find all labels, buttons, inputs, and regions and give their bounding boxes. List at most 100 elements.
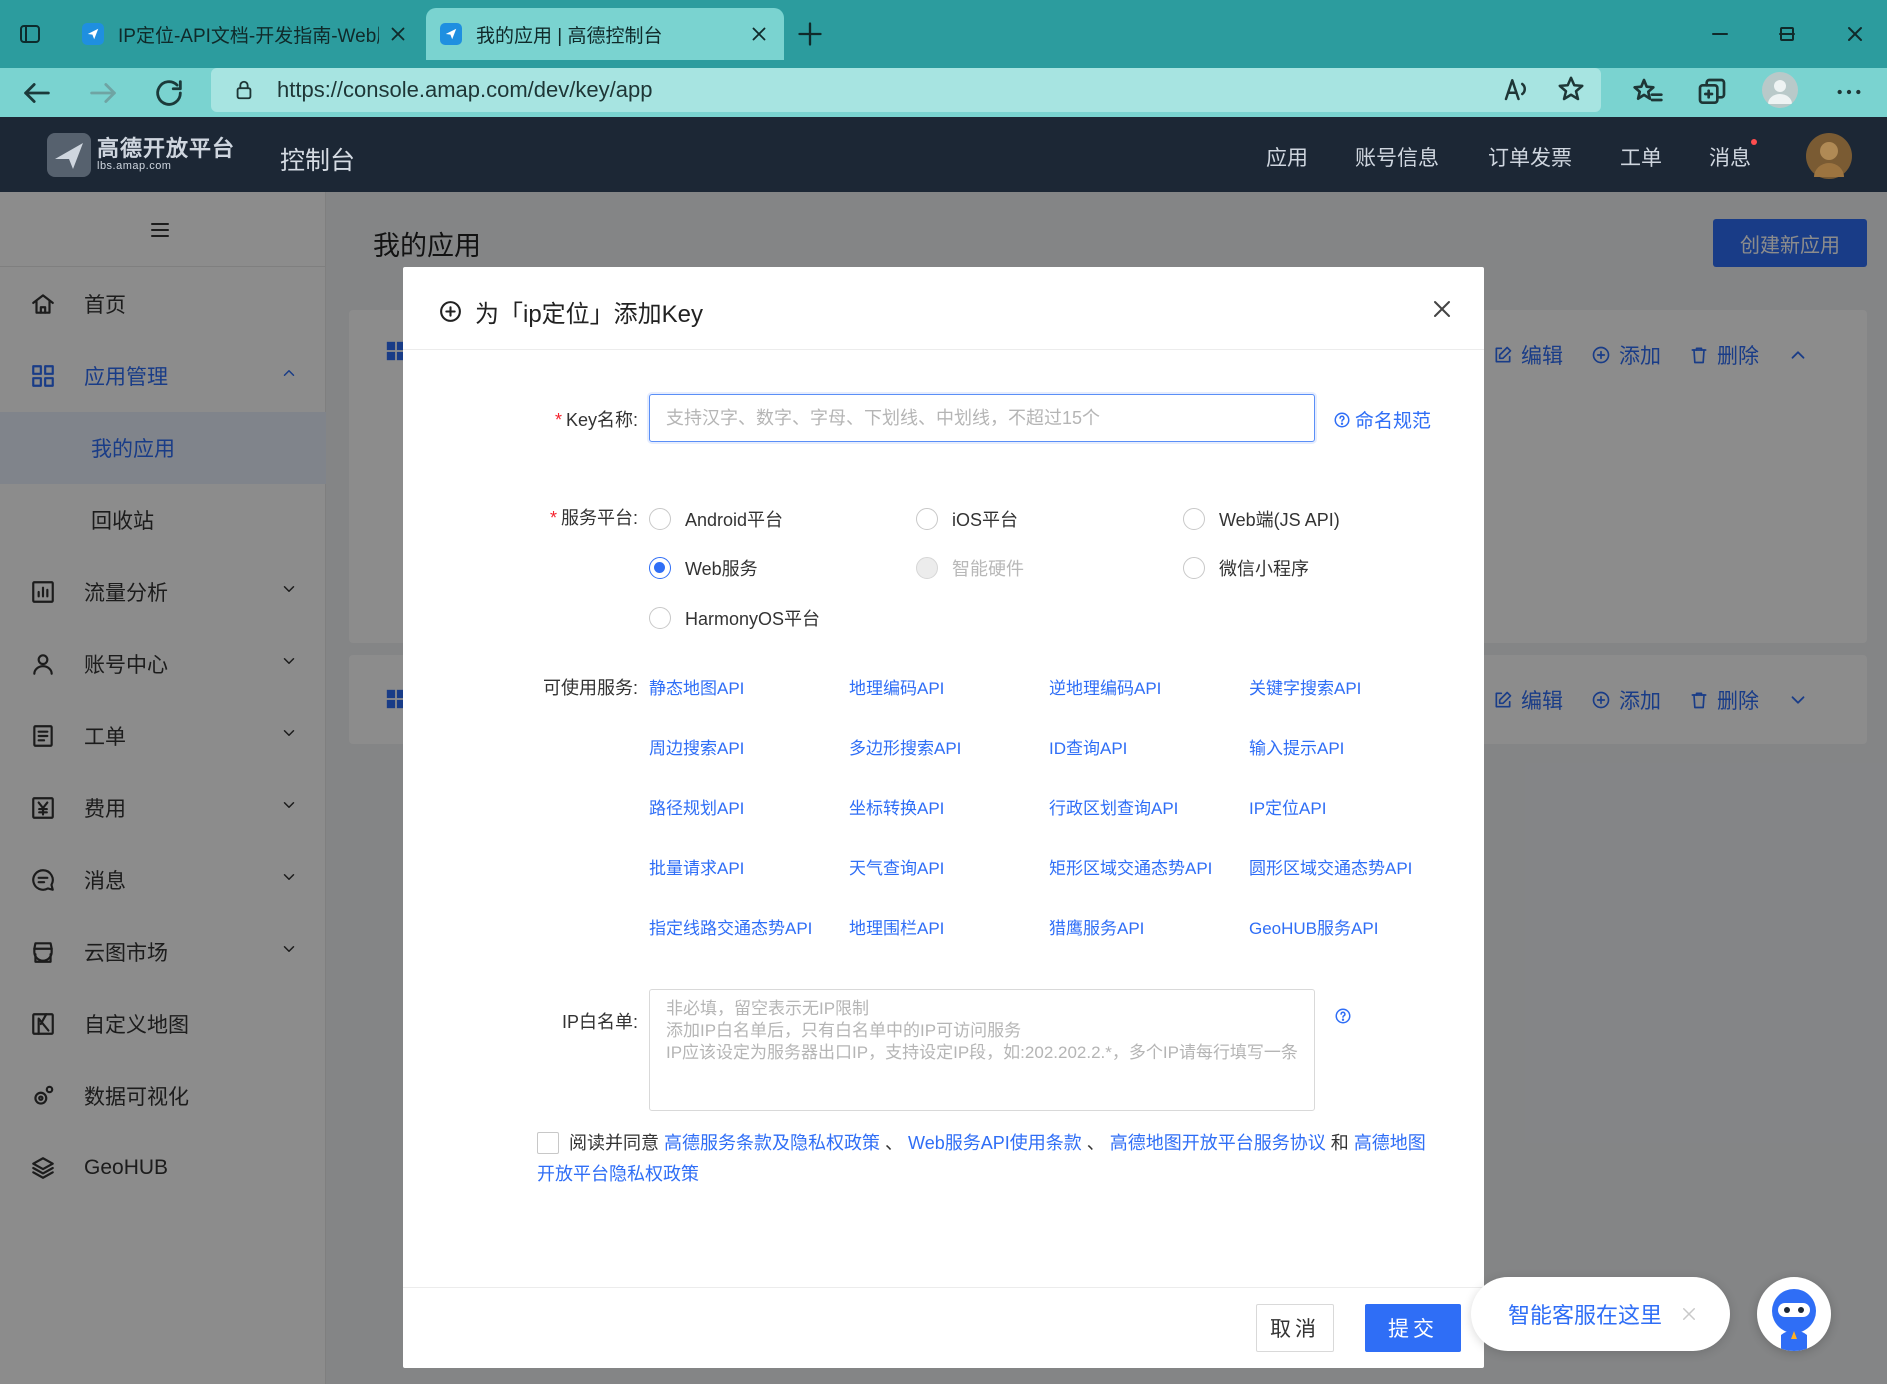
radio-circle[interactable] (916, 508, 938, 530)
service-link[interactable]: 地理编码API (849, 674, 944, 699)
cancel-button[interactable]: 取消 (1256, 1304, 1334, 1352)
service-link[interactable]: 关键字搜索API (1249, 674, 1361, 699)
separator-text: 、 (885, 1133, 904, 1153)
close-icon[interactable] (1680, 1305, 1698, 1323)
amap-logo[interactable]: 高德开放平台 lbs.amap.com (47, 133, 235, 177)
profile-avatar[interactable] (1762, 72, 1798, 108)
add-circle-icon (440, 301, 461, 322)
key-name-input[interactable] (649, 394, 1315, 442)
separator-text: 、 (1086, 1133, 1105, 1153)
radio-web-js-api[interactable]: Web端(JS API) (1183, 506, 1340, 532)
nav-orders-invoices[interactable]: 订单发票 (1488, 142, 1572, 172)
close-tab-icon[interactable] (748, 23, 770, 45)
add-favorite-icon[interactable] (1556, 74, 1586, 104)
radio-wechat-miniprogram[interactable]: 微信小程序 (1183, 555, 1309, 581)
service-link[interactable]: 多边形搜索API (849, 734, 961, 759)
service-link[interactable]: 坐标转换API (849, 794, 944, 819)
forward-icon[interactable] (86, 76, 120, 110)
tab-actions-icon[interactable] (18, 22, 42, 46)
key-name-label-text: Key名称: (565, 410, 638, 430)
submit-button[interactable]: 提交 (1365, 1304, 1461, 1352)
service-link[interactable]: 静态地图API (649, 674, 744, 699)
service-link[interactable]: 输入提示API (1249, 734, 1344, 759)
radio-label: HarmonyOS平台 (685, 609, 821, 629)
chat-label[interactable]: 智能客服在这里 (1508, 1298, 1662, 1330)
chat-robot-avatar[interactable] (1757, 1277, 1831, 1351)
service-link[interactable]: 地理围栏API (849, 914, 944, 939)
platform-agreement-link[interactable]: 高德地图开放平台服务协议 (1110, 1133, 1326, 1153)
agreement-row: 阅读并同意 高德服务条款及隐私权政策 、 Web服务API使用条款 、 高德地图… (537, 1128, 1437, 1190)
radio-circle[interactable] (1183, 557, 1205, 579)
read-aloud-icon[interactable] (1501, 74, 1531, 104)
radio-label: Web端(JS API) (1219, 510, 1340, 530)
naming-rule-link[interactable]: 命名规范 (1333, 406, 1431, 433)
modal-header: 为「ip定位」添加Key (403, 267, 1484, 350)
naming-rule-text[interactable]: 命名规范 (1355, 406, 1431, 433)
agree-prefix: 阅读并同意 (569, 1133, 659, 1153)
collections-icon[interactable] (1696, 76, 1728, 108)
radio-circle[interactable] (1183, 508, 1205, 530)
new-tab-icon[interactable] (796, 20, 824, 48)
radio-harmonyos[interactable]: HarmonyOS平台 (649, 605, 820, 631)
service-link[interactable]: 批量请求API (649, 854, 744, 879)
service-link[interactable]: 矩形区域交通态势API (1049, 854, 1212, 879)
app-header: 高德开放平台 lbs.amap.com 控制台 应用 账号信息 订单发票 工单 … (0, 117, 1887, 192)
notification-dot (1751, 139, 1757, 145)
service-link[interactable]: 圆形区域交通态势API (1249, 854, 1412, 879)
radio-smart-hardware: 智能硬件 (916, 555, 1024, 581)
console-label[interactable]: 控制台 (280, 141, 355, 177)
service-link[interactable]: 行政区划查询API (1049, 794, 1178, 819)
radio-label: Web服务 (685, 559, 758, 579)
nav-apps[interactable]: 应用 (1266, 142, 1308, 172)
agree-checkbox[interactable] (537, 1132, 559, 1154)
minimize-icon[interactable] (1700, 14, 1740, 54)
platform-label: * 服务平台: (549, 508, 638, 528)
nav-messages[interactable]: 消息 (1709, 142, 1751, 172)
favorites-icon[interactable] (1632, 76, 1664, 108)
lock-icon[interactable] (233, 79, 255, 101)
chat-bubble[interactable]: 智能客服在这里 (1471, 1277, 1730, 1351)
modal-title: 为「ip定位」添加Key (438, 294, 703, 329)
user-avatar[interactable] (1806, 133, 1852, 179)
radio-circle[interactable] (649, 557, 671, 579)
refresh-icon[interactable] (152, 76, 186, 110)
radio-web-service[interactable]: Web服务 (649, 555, 758, 581)
service-link[interactable]: 周边搜索API (649, 734, 744, 759)
tab-title: IP定位-API文档-开发指南-Web服务 (118, 25, 379, 47)
terms-privacy-link[interactable]: 高德服务条款及隐私权政策 (664, 1133, 880, 1153)
more-icon[interactable] (1833, 76, 1865, 108)
ip-whitelist-textarea[interactable] (649, 989, 1315, 1111)
radio-android[interactable]: Android平台 (649, 506, 783, 532)
browser-tab-ip-doc[interactable]: IP定位-API文档-开发指南-Web服务 (68, 8, 423, 60)
nav-tickets[interactable]: 工单 (1620, 142, 1662, 172)
address-bar[interactable]: https://console.amap.com/dev/key/app (211, 68, 1601, 112)
service-link[interactable]: 路径规划API (649, 794, 744, 819)
service-link[interactable]: 猎鹰服务API (1049, 914, 1144, 939)
radio-circle[interactable] (649, 607, 671, 629)
service-link[interactable]: GeoHUB服务API (1249, 914, 1378, 939)
web-service-terms-link[interactable]: Web服务API使用条款 (908, 1133, 1082, 1153)
radio-circle[interactable] (649, 508, 671, 530)
radio-label: iOS平台 (952, 510, 1019, 530)
close-window-icon[interactable] (1835, 14, 1875, 54)
add-key-modal: 为「ip定位」添加Key *Key名称: 命名规范 *服务平台: Android… (403, 267, 1484, 1368)
service-link[interactable]: 天气查询API (849, 854, 944, 879)
close-tab-icon[interactable] (387, 23, 409, 45)
url-text[interactable]: https://console.amap.com/dev/key/app (277, 77, 652, 103)
nav-account-info[interactable]: 账号信息 (1355, 142, 1439, 172)
tab-title: 我的应用 | 高德控制台 (476, 25, 663, 47)
radio-ios[interactable]: iOS平台 (916, 506, 1018, 532)
key-name-label: * Key名称: (554, 410, 638, 430)
close-icon[interactable] (1430, 297, 1454, 321)
maximize-icon[interactable] (1767, 14, 1807, 54)
back-icon[interactable] (20, 76, 54, 110)
service-link[interactable]: 指定线路交通态势API (649, 914, 812, 939)
service-link[interactable]: 逆地理编码API (1049, 674, 1161, 699)
service-link[interactable]: IP定位API (1249, 794, 1326, 819)
help-circle-icon[interactable] (1334, 1007, 1352, 1025)
amap-logo-icon (47, 133, 91, 177)
service-link[interactable]: ID查询API (1049, 734, 1127, 759)
browser-tab-my-apps[interactable]: 我的应用 | 高德控制台 (426, 8, 784, 60)
radio-label: 微信小程序 (1219, 559, 1309, 579)
help-circle-icon (1334, 412, 1350, 427)
